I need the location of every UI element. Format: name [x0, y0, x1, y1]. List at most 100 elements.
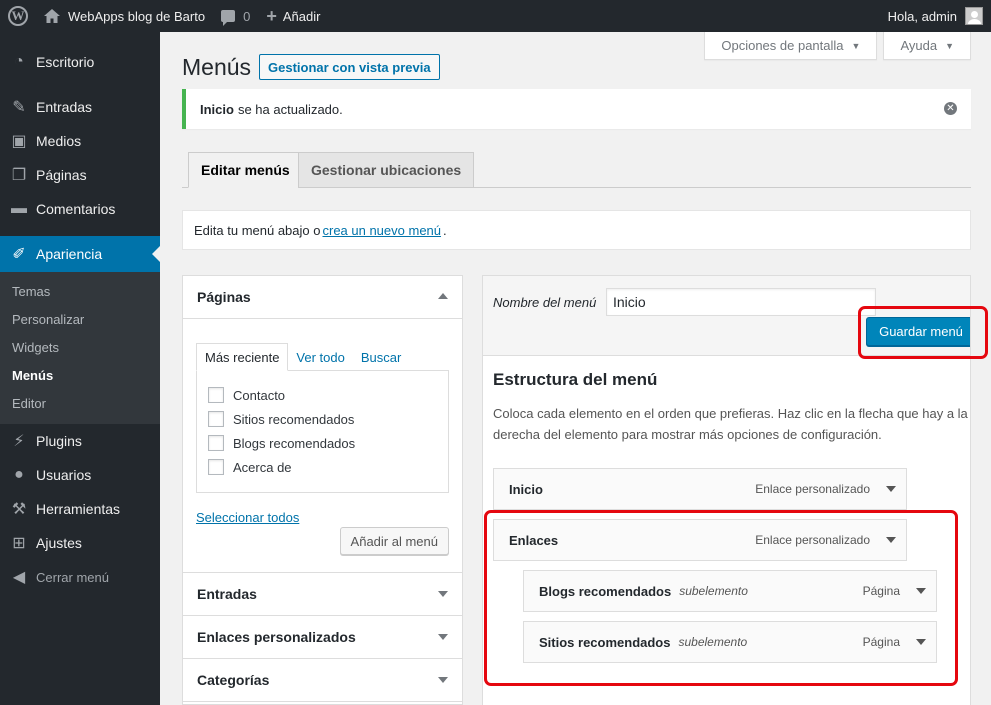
menu-structure-title: Estructura del menú — [493, 370, 658, 389]
submenu-item-personalizar[interactable]: Personalizar — [0, 306, 160, 334]
main-content: Opciones de pantalla ▼ Ayuda ▼ Menús Ges… — [160, 32, 991, 705]
nav-tabs: Editar menús Gestionar ubicaciones — [182, 152, 971, 188]
pages-checklist: Contacto Sitios recomendados Blogs recom… — [196, 370, 449, 493]
dashboard-icon: ◔ — [14, 53, 24, 70]
settings-icon: ⊞ — [12, 535, 26, 552]
new-content-label: Añadir — [282, 8, 321, 24]
checkbox[interactable] — [208, 459, 224, 475]
help-button[interactable]: Ayuda ▼ — [883, 32, 971, 60]
checkbox[interactable] — [208, 411, 224, 427]
pin-icon: ✎ — [12, 99, 26, 116]
submenu-item-widgets[interactable]: Widgets — [0, 334, 160, 362]
tools-icon: ⚒ — [11, 501, 27, 518]
sidebar-item-herramientas[interactable]: ⚒ Herramientas — [0, 492, 160, 526]
list-item[interactable]: Contacto — [208, 383, 437, 407]
collapse-menu-button[interactable]: ◀ Cerrar menú — [0, 560, 160, 594]
plus-icon: + — [266, 5, 277, 26]
save-menu-button[interactable]: Guardar menú — [866, 317, 970, 346]
menu-structure-description: Coloca cada elemento en el orden que pre… — [493, 406, 968, 442]
menu-item-sitios-recomendados[interactable]: Sitios recomendados subelemento Página — [523, 621, 937, 663]
dismiss-icon[interactable]: ✕ — [944, 102, 957, 115]
checkbox[interactable] — [208, 387, 224, 403]
manage-with-preview-button[interactable]: Gestionar con vista previa — [259, 54, 440, 80]
menu-name-input[interactable]: Inicio — [606, 288, 876, 316]
manage-suffix: . — [443, 222, 447, 238]
comment-bubble-icon — [221, 10, 236, 26]
screen-meta-links: Opciones de pantalla ▼ Ayuda ▼ — [704, 32, 971, 60]
arrow-up-icon — [438, 293, 448, 299]
item-edit-toggle-icon[interactable] — [916, 588, 926, 594]
sidebar-item-medios[interactable]: ▣ Medios — [0, 124, 160, 158]
manage-menus-bar: Edita tu menú abajo o crea un nuevo menú… — [182, 210, 971, 250]
tab-view-all[interactable]: Ver todo — [288, 343, 352, 371]
add-menu-items-accordion: Páginas Más reciente Ver todo Buscar Con… — [182, 275, 463, 705]
arrow-down-icon — [438, 591, 448, 597]
tab-manage-locations[interactable]: Gestionar ubicaciones — [298, 152, 475, 188]
updated-notice: Inicio se ha actualizado. ✕ — [182, 89, 971, 129]
wordpress-logo-icon[interactable]: W — [0, 0, 36, 32]
create-new-menu-link[interactable]: crea un nuevo menú — [322, 223, 441, 238]
item-edit-toggle-icon[interactable] — [886, 537, 896, 543]
tab-search[interactable]: Buscar — [353, 343, 409, 371]
caret-down-icon: ▼ — [851, 40, 861, 51]
media-icon: ▣ — [11, 133, 27, 150]
accordion-categories-header[interactable]: Categorías — [183, 659, 462, 702]
submenu-item-editor[interactable]: Editor — [0, 390, 160, 418]
pages-tabs: Más reciente Ver todo Buscar — [196, 343, 409, 371]
sidebar-item-paginas[interactable]: ❐ Páginas — [0, 158, 160, 192]
pages-icon: ❐ — [11, 167, 27, 184]
tab-edit-menus[interactable]: Editar menús — [188, 152, 303, 188]
page-title: Menús — [182, 54, 252, 80]
caret-down-icon: ▼ — [945, 40, 954, 51]
arrow-down-icon — [438, 677, 448, 683]
menu-name-label: Nombre del menú — [493, 295, 597, 310]
tab-most-recent[interactable]: Más reciente — [196, 343, 289, 371]
my-account[interactable]: Hola, admin — [888, 0, 983, 32]
sidebar-item-plugins[interactable]: ⚡ Plugins — [0, 424, 160, 458]
sidebar-item-comentarios[interactable]: ▬ Comentarios — [0, 192, 160, 226]
menu-header: Nombre del menú Inicio Guardar menú — [483, 276, 970, 356]
sidebar-item-usuarios[interactable]: ● Usuarios — [0, 458, 160, 492]
comment-icon: ▬ — [11, 200, 27, 217]
sidebar-item-escritorio[interactable]: ◔ Escritorio — [0, 44, 160, 80]
arrow-down-icon — [438, 634, 448, 640]
site-name: WebApps blog de Barto — [68, 8, 206, 24]
appearance-submenu: Temas Personalizar Widgets Menús Editor — [0, 272, 160, 424]
menu-editor: Nombre del menú Inicio Guardar menú Estr… — [482, 275, 971, 705]
submenu-item-menus[interactable]: Menús — [0, 362, 160, 390]
accordion-custom-links-header[interactable]: Enlaces personalizados — [183, 616, 462, 659]
notice-text: se ha actualizado. — [237, 101, 343, 117]
checkbox[interactable] — [208, 435, 224, 451]
avatar — [965, 7, 983, 25]
comments-count: 0 — [243, 8, 251, 24]
sidebar-item-ajustes[interactable]: ⊞ Ajustes — [0, 526, 160, 560]
manage-prefix: Edita tu menú abajo o — [194, 222, 321, 238]
submenu-item-temas[interactable]: Temas — [0, 278, 160, 306]
pages-panel: Más reciente Ver todo Buscar Contacto Si… — [183, 319, 462, 573]
item-edit-toggle-icon[interactable] — [916, 639, 926, 645]
item-edit-toggle-icon[interactable] — [886, 486, 896, 492]
screen-options-button[interactable]: Opciones de pantalla ▼ — [704, 32, 878, 60]
site-name-link[interactable]: WebApps blog de Barto — [36, 0, 213, 32]
new-content-link[interactable]: + Añadir — [258, 0, 328, 32]
sidebar-item-entradas[interactable]: ✎ Entradas — [0, 90, 160, 124]
sidebar-item-apariencia[interactable]: ✐ Apariencia — [0, 236, 160, 272]
brush-icon: ✐ — [12, 246, 26, 263]
notice-item-name: Inicio — [200, 101, 234, 117]
collapse-icon: ◀ — [12, 569, 26, 586]
menu-item-enlaces[interactable]: Enlaces Enlace personalizado — [493, 519, 907, 561]
menu-item-blogs-recomendados[interactable]: Blogs recomendados subelemento Página — [523, 570, 937, 612]
add-to-menu-button[interactable]: Añadir al menú — [339, 527, 449, 555]
list-item[interactable]: Sitios recomendados — [208, 407, 437, 431]
greeting: Hola, admin — [887, 8, 957, 24]
select-all-link[interactable]: Seleccionar todos — [196, 510, 299, 525]
accordion-posts-header[interactable]: Entradas — [183, 573, 462, 616]
list-item[interactable]: Blogs recomendados — [208, 431, 437, 455]
menu-item-inicio[interactable]: Inicio Enlace personalizado — [493, 468, 907, 510]
admin-bar: W WebApps blog de Barto 0 + Añadir Hola,… — [0, 0, 991, 32]
users-icon: ● — [14, 466, 24, 483]
admin-sidebar: ◔ Escritorio ✎ Entradas ▣ Medios ❐ Págin… — [0, 32, 160, 705]
accordion-pages-header[interactable]: Páginas — [183, 276, 462, 319]
list-item[interactable]: Acerca de — [208, 455, 437, 479]
comments-link[interactable]: 0 — [213, 0, 258, 32]
